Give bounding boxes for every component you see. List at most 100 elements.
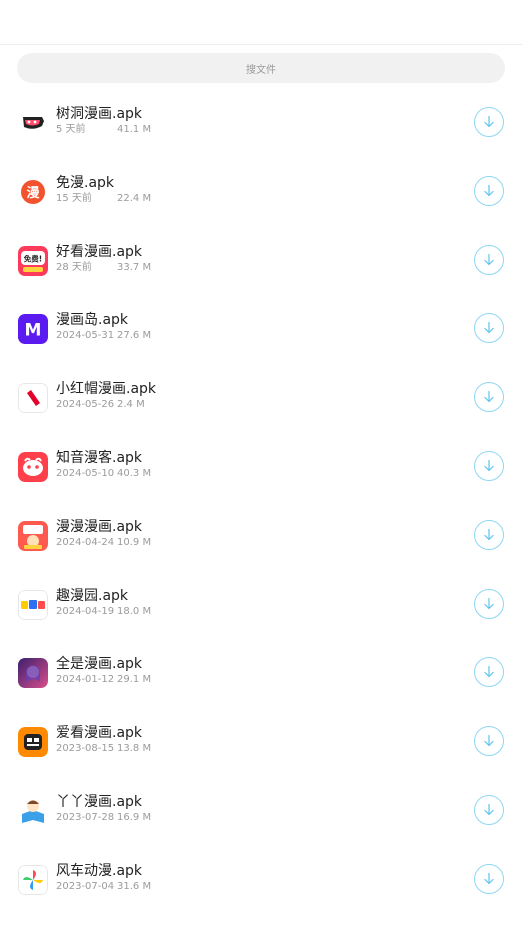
file-size: 33.7 M: [117, 261, 152, 273]
file-date: 28 天前: [56, 261, 92, 273]
file-date: 2024-05-31: [56, 330, 115, 342]
anime-girl-icon: [18, 658, 48, 689]
file-list-item[interactable]: 风车动漫.apk 2023-07-04 31.6 M: [0, 846, 522, 915]
file-date: 2023-07-04: [56, 880, 115, 892]
file-date: 5 天前: [56, 124, 86, 135]
file-meta: 2024-04-19 18.0 M: [56, 606, 151, 618]
file-meta: 5 天前 41.1 M: [56, 124, 151, 136]
download-button[interactable]: [474, 107, 504, 137]
file-name: 树洞漫画.apk: [56, 106, 143, 122]
file-size: 13.8 M: [117, 743, 152, 755]
file-name: 爱看漫画.apk: [56, 725, 143, 742]
file-list-item[interactable]: 全是漫画.apk 2024-01-12 29.1 M: [0, 639, 522, 708]
download-arrow-icon: [484, 666, 494, 678]
download-button[interactable]: [474, 588, 504, 619]
file-meta: 2024-05-10 40.3 M: [56, 468, 151, 480]
file-name: 小红帽漫画.apk: [56, 381, 157, 398]
download-arrow-icon: [484, 115, 494, 128]
download-arrow-icon: [484, 803, 494, 816]
file-size: 10.9 M: [117, 536, 152, 548]
download-arrow-icon: [484, 459, 494, 472]
download-button[interactable]: [474, 863, 504, 894]
manman-icon: [18, 520, 48, 551]
search-placeholder: 搜文件: [246, 64, 276, 76]
file-meta: 2023-07-04 31.6 M: [56, 881, 151, 893]
search-input[interactable]: 搜文件: [17, 53, 505, 83]
red-hat-icon: [18, 383, 48, 414]
file-size: 41.1 M: [117, 124, 152, 135]
download-button[interactable]: [474, 244, 504, 275]
file-meta: 2024-01-12 29.1 M: [56, 674, 151, 686]
download-arrow-icon: [484, 391, 494, 403]
file-size: 22.4 M: [117, 192, 152, 204]
file-meta: 2024-05-31 27.6 M: [56, 330, 151, 342]
file-date: 2024-04-19: [56, 605, 115, 617]
file-name: 免漫.apk: [56, 174, 115, 191]
download-button[interactable]: [474, 794, 504, 825]
file-meta: 2024-04-24 10.9 M: [56, 537, 151, 549]
file-name: 丫丫漫画.apk: [56, 793, 143, 810]
file-list-item[interactable]: 知音漫客.apk 2024-05-10 40.3 M: [0, 433, 522, 502]
file-list-item[interactable]: 小红帽漫画.apk 2024-05-26 2.4 M: [0, 364, 522, 433]
qumanyuan-icon: [18, 589, 48, 620]
download-button[interactable]: [474, 382, 504, 413]
file-size: 2.4 M: [117, 399, 145, 411]
file-list-item[interactable]: 趣漫园.apk 2024-04-19 18.0 M: [0, 571, 522, 640]
file-list-item[interactable]: 丫丫漫画.apk 2023-07-28 16.9 M: [0, 777, 522, 846]
file-size: 40.3 M: [117, 467, 152, 479]
file-list-item[interactable]: M 漫画岛.apk 2024-05-31 27.6 M: [0, 295, 522, 364]
file-date: 2024-05-26: [56, 399, 115, 411]
file-list-item[interactable]: 爱看漫画.apk 2023-08-15 13.8 M: [0, 708, 522, 777]
file-meta: 2023-08-15 13.8 M: [56, 743, 151, 755]
file-list-item[interactable]: 漫 免漫.apk 15 天前 22.4 M: [0, 158, 522, 227]
yaya-icon: [18, 795, 48, 826]
svg-text:漫: 漫: [26, 185, 39, 201]
download-arrow-icon: [484, 735, 494, 747]
file-name: 趣漫园.apk: [56, 587, 129, 604]
file-size: 18.0 M: [117, 605, 152, 617]
file-list: 树洞漫画.apk 5 天前 41.1 M 漫 免漫.apk 15 天前 22.4 M 免…: [0, 89, 522, 915]
file-meta: 2024-05-26 2.4 M: [56, 399, 145, 411]
download-arrow-icon: [484, 184, 494, 196]
file-list-item[interactable]: 免费! 好看漫画.apk 28 天前 33.7 M: [0, 227, 522, 296]
download-arrow-icon: [484, 322, 494, 334]
file-name: 漫画岛.apk: [56, 312, 129, 329]
file-list-item[interactable]: 漫漫漫画.apk 2024-04-24 10.9 M: [0, 502, 522, 571]
file-name: 风车动漫.apk: [56, 862, 143, 879]
smile-face-icon: [18, 451, 48, 482]
file-size: 31.6 M: [117, 880, 152, 892]
file-date: 2024-04-24: [56, 536, 115, 548]
file-name: 漫漫漫画.apk: [56, 518, 143, 535]
file-date: 2023-08-15: [56, 743, 115, 755]
download-button[interactable]: [474, 175, 504, 206]
top-bar: [0, 0, 522, 45]
file-meta: 28 天前 33.7 M: [56, 262, 151, 274]
file-date: 2023-07-28: [56, 811, 115, 823]
file-name: 好看漫画.apk: [56, 243, 143, 260]
file-meta: 2023-07-28 16.9 M: [56, 812, 151, 824]
file-list-item[interactable]: 树洞漫画.apk 5 天前 41.1 M: [0, 89, 522, 158]
file-name: 全是漫画.apk: [56, 656, 143, 673]
pinwheel-icon: [18, 864, 48, 895]
download-button[interactable]: [474, 313, 504, 344]
file-size: 16.9 M: [117, 811, 152, 823]
svg-text:M: M: [25, 321, 42, 341]
file-size: 29.1 M: [117, 674, 152, 686]
download-button[interactable]: [474, 657, 504, 688]
file-size: 27.6 M: [117, 330, 152, 342]
aikan-icon: [18, 727, 48, 758]
download-arrow-icon: [484, 597, 494, 609]
file-meta: 15 天前 22.4 M: [56, 193, 151, 205]
download-button[interactable]: [474, 519, 504, 550]
download-button[interactable]: [474, 726, 504, 757]
free-badge-icon: 免费!: [18, 245, 48, 276]
file-date: 2024-05-10: [56, 467, 115, 479]
download-arrow-icon: [484, 872, 494, 884]
treehole-icon: [18, 108, 48, 138]
file-date: 2024-01-12: [56, 674, 115, 686]
file-name: 知音漫客.apk: [56, 449, 143, 466]
manga-char-icon: 漫: [18, 176, 48, 207]
svg-text:免费!: 免费!: [24, 253, 42, 263]
file-date: 15 天前: [56, 192, 92, 204]
download-button[interactable]: [474, 450, 504, 481]
